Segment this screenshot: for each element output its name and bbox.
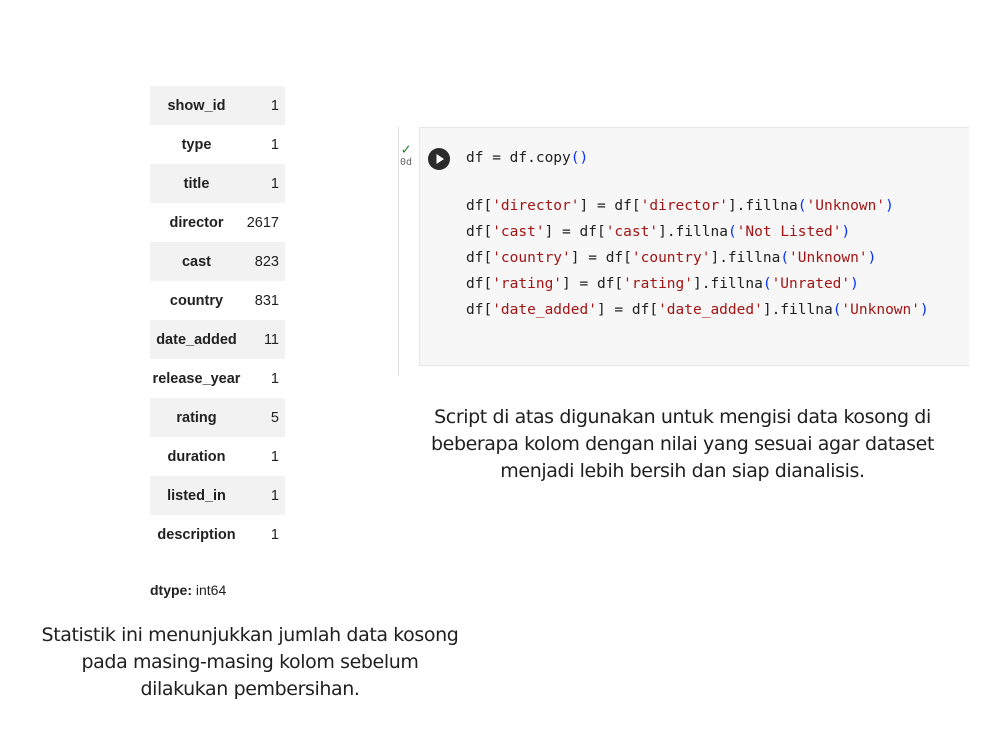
column-name: type (150, 125, 243, 164)
null-count-value: 1 (243, 359, 285, 398)
code-paren-token: ) (841, 224, 851, 240)
null-count-row: title 1 (150, 164, 285, 203)
code-token: ] = df[ (596, 302, 659, 318)
code-string-token: 'director' (640, 198, 728, 214)
null-count-row: date_added 11 (150, 320, 285, 359)
code-paren-token: ) (867, 250, 877, 266)
code-token: ].fillna (762, 302, 833, 318)
null-count-row: release_year 1 (150, 359, 285, 398)
null-count-value: 823 (243, 242, 285, 281)
column-name: description (150, 515, 243, 554)
null-count-table: show_id 1 type 1 title 1 director 2617 cast 823 co… (150, 86, 285, 554)
dtype-value: int64 (192, 582, 227, 598)
code-string-token: 'director' (492, 198, 580, 214)
code-string-token: 'Unknown' (806, 198, 886, 214)
caption-script-description: Script di atas digunakan untuk mengisi d… (431, 406, 934, 482)
dtype-label: dtype: (150, 582, 192, 598)
column-name: listed_in (150, 476, 243, 515)
null-count-value: 1 (243, 476, 285, 515)
column-name: director (150, 203, 243, 242)
code-string-token: 'Unrated' (771, 276, 851, 292)
code-line: df['director'] = df['director'].fillna('… (466, 193, 966, 219)
code-string-token: 'date_added' (492, 302, 597, 318)
code-paren-token: ) (850, 276, 859, 292)
null-count-value: 5 (243, 398, 285, 437)
code-paren-token: () (570, 150, 589, 166)
code-string-token: 'cast' (605, 224, 659, 240)
caption-null-stats: Statistik ini menunjukkan jumlah data ko… (41, 624, 459, 700)
column-name: release_year (150, 359, 243, 398)
null-count-value: 1 (243, 125, 285, 164)
null-count-row: director 2617 (150, 203, 285, 242)
code-paren-token: ( (780, 250, 790, 266)
column-name: title (150, 164, 243, 203)
code-token: df[ (466, 250, 493, 266)
code-line: df['country'] = df['country'].fillna('Un… (466, 245, 966, 271)
code-paren-token: ( (797, 198, 807, 214)
code-token: df[ (466, 302, 493, 318)
null-count-value: 1 (243, 164, 285, 203)
column-name: cast (150, 242, 243, 281)
code-paren-token: ) (885, 198, 894, 214)
null-count-row: country 831 (150, 281, 285, 320)
null-count-value: 2617 (243, 203, 285, 242)
null-count-row: rating 5 (150, 398, 285, 437)
code-string-token: 'date_added' (658, 302, 763, 318)
null-count-row: listed_in 1 (150, 476, 285, 515)
null-count-row: cast 823 (150, 242, 285, 281)
code-token: ] = df[ (579, 198, 641, 214)
code-editor[interactable]: df = df.copy() df['director'] = df['direc… (466, 145, 966, 323)
code-token: ].fillna (658, 224, 728, 240)
column-name: show_id (150, 86, 243, 125)
column-name: duration (150, 437, 243, 476)
code-token: ] = df[ (544, 224, 606, 240)
null-count-table-body: show_id 1 type 1 title 1 director 2617 cast 823 co… (150, 86, 285, 554)
execution-time: 0d (399, 157, 413, 168)
code-token: df[ (466, 276, 493, 292)
play-circle-icon (436, 154, 444, 164)
cell-execution-status: ✓ 0d (394, 140, 418, 169)
code-token: df[ (466, 224, 493, 240)
null-count-value: 11 (243, 320, 285, 359)
column-name: rating (150, 398, 243, 437)
code-string-token: 'Unknown' (789, 250, 868, 266)
null-count-row: description 1 (150, 515, 285, 554)
code-token: ] = df[ (562, 276, 624, 292)
null-count-value: 1 (243, 86, 285, 125)
code-paren-token: ( (727, 224, 737, 240)
checkmark-icon: ✓ (401, 140, 411, 158)
code-line: df['date_added'] = df['date_added'].fill… (466, 297, 966, 323)
code-token: df = df.copy (466, 150, 571, 166)
dtype-line: dtype: int64 (150, 582, 226, 598)
code-string-token: 'cast' (492, 224, 545, 240)
code-token: ].fillna (710, 250, 781, 266)
run-cell-button[interactable] (428, 148, 450, 170)
null-count-value: 831 (243, 281, 285, 320)
code-string-token: 'Not Listed' (736, 224, 842, 240)
null-count-row: duration 1 (150, 437, 285, 476)
column-name: country (150, 281, 243, 320)
null-count-value: 1 (243, 515, 285, 554)
code-string-token: 'country' (631, 250, 711, 266)
code-line: df = df.copy() (466, 145, 966, 171)
code-paren-token: ) (920, 302, 929, 318)
code-token: df[ (466, 198, 493, 214)
code-token: ] = df[ (570, 250, 632, 266)
code-paren-token: ( (762, 276, 772, 292)
null-count-value: 1 (243, 437, 285, 476)
code-line: df['rating'] = df['rating'].fillna('Unra… (466, 271, 966, 297)
code-line: df['cast'] = df['cast'].fillna('Not List… (466, 219, 966, 245)
code-token: ].fillna (693, 276, 763, 292)
code-string-token: 'rating' (492, 276, 563, 292)
code-string-token: 'Unknown' (841, 302, 920, 318)
code-token: ].fillna (727, 198, 798, 214)
code-string-token: 'rating' (623, 276, 693, 292)
code-string-token: 'country' (492, 250, 571, 266)
null-count-row: type 1 (150, 125, 285, 164)
column-name: date_added (150, 320, 243, 359)
null-count-row: show_id 1 (150, 86, 285, 125)
